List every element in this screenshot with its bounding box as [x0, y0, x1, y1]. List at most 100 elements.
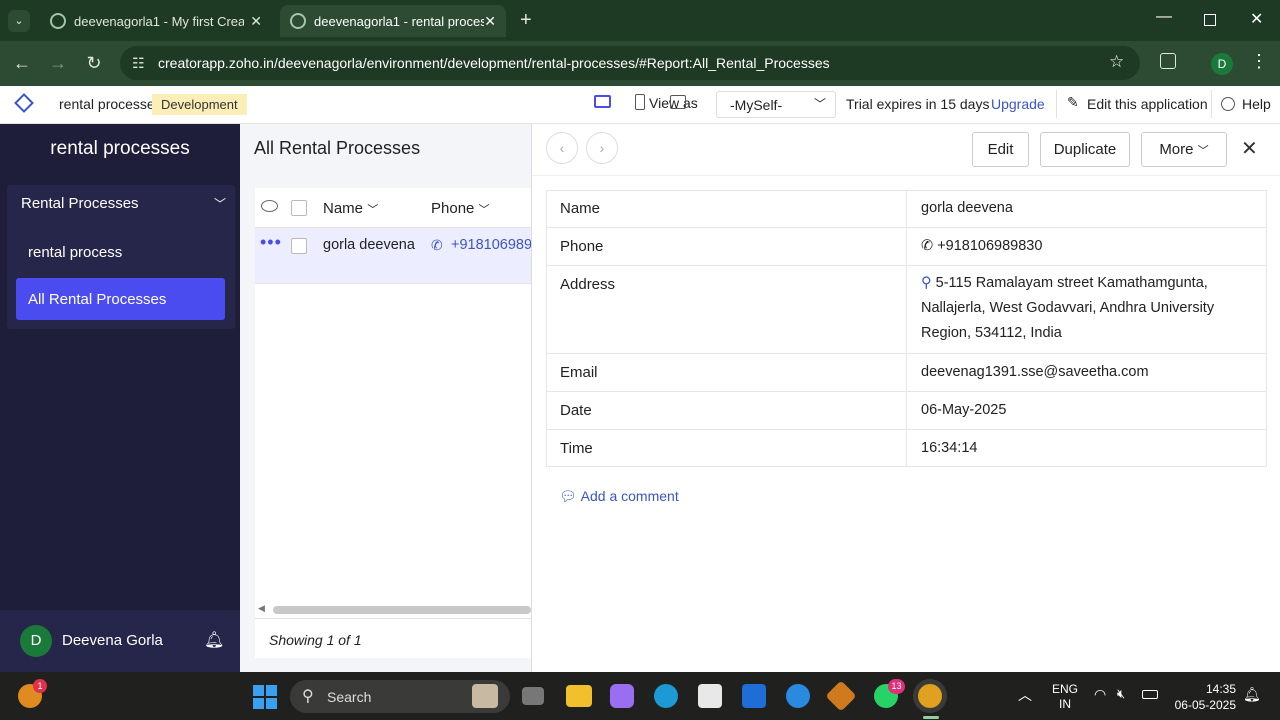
- field-label: Email: [560, 364, 598, 381]
- horizontal-scrollbar[interactable]: [273, 606, 531, 614]
- new-tab-icon[interactable]: +: [520, 9, 532, 32]
- site-info-icon[interactable]: ☷: [132, 55, 145, 72]
- previous-record-icon[interactable]: ‹: [546, 132, 578, 164]
- address-bar[interactable]: ☷ creatorapp.zoho.in/deevenagorla/enviro…: [120, 46, 1140, 80]
- scroll-left-icon[interactable]: ◀: [258, 603, 265, 614]
- clock[interactable]: 14:35 06-05-2025: [1166, 681, 1236, 713]
- view-as-value: -MySelf-: [730, 97, 783, 113]
- start-icon[interactable]: [253, 685, 277, 709]
- task-view-icon[interactable]: [522, 687, 544, 705]
- user-avatar[interactable]: D: [20, 625, 52, 657]
- zoho-favicon-icon: [50, 13, 66, 29]
- search-highlight-icon: [472, 684, 498, 708]
- forward-icon[interactable]: →: [46, 51, 70, 75]
- select-all-checkbox[interactable]: [291, 200, 307, 216]
- sidebar-item-rental-process[interactable]: rental process: [28, 244, 122, 261]
- browser-tab-1[interactable]: deevenagorla1 - My first Creat ✕: [40, 5, 272, 37]
- column-header-name[interactable]: Name ﹀: [323, 200, 378, 217]
- wifi-icon[interactable]: ◠: [1094, 686, 1106, 703]
- battery-icon[interactable]: [1142, 690, 1158, 699]
- active-app-indicator: [923, 716, 939, 719]
- report-panel: All Rental Processes Name ﹀ Phone ﹀ ••• …: [240, 124, 532, 672]
- edit-application-link[interactable]: Edit this application: [1087, 96, 1208, 112]
- more-button[interactable]: More ﹀: [1141, 132, 1227, 167]
- reload-icon[interactable]: ↻: [82, 51, 106, 75]
- record-count: Showing 1 of 1: [269, 632, 362, 648]
- desktop-view-icon[interactable]: [594, 95, 611, 108]
- close-tab-icon[interactable]: ✕: [484, 13, 496, 30]
- add-comment-link[interactable]: 💬︎ Add a comment: [559, 488, 679, 505]
- location-pin-icon: ⚲: [921, 275, 932, 291]
- field-label: Phone: [560, 238, 604, 255]
- edit-button[interactable]: Edit: [972, 132, 1029, 167]
- table-footer: Showing 1 of 1: [255, 618, 531, 658]
- notification-bell-icon[interactable]: 🔔︎: [1243, 686, 1261, 703]
- browser-toolbar: ← → ↻ ☷ creatorapp.zoho.in/deevenagorla/…: [0, 41, 1280, 86]
- field-row-phone: Phone ✆ +918106989830: [546, 228, 1267, 266]
- myhp-icon[interactable]: [742, 684, 766, 708]
- tab-title: deevenagorla1 - rental process: [314, 13, 484, 29]
- email-link[interactable]: deevenag1391.sse@saveetha.com: [921, 360, 1149, 385]
- phone-value[interactable]: ✆ +918106989830: [921, 234, 1042, 259]
- app-icon[interactable]: [825, 680, 857, 712]
- microsoft-store-icon[interactable]: [698, 684, 722, 708]
- show-hidden-icons[interactable]: ︿: [1018, 685, 1032, 705]
- row-actions-icon[interactable]: •••: [260, 232, 282, 253]
- minimize-icon[interactable]: —: [1156, 8, 1172, 26]
- mobile-view-icon[interactable]: [635, 94, 645, 110]
- browser-tab-bar: ⌄ deevenagorla1 - My first Creat ✕ deeve…: [0, 0, 1280, 41]
- get-help-icon[interactable]: [786, 684, 810, 708]
- edge-icon[interactable]: [654, 684, 678, 708]
- eye-icon[interactable]: [261, 200, 278, 212]
- field-row-email: Email deevenag1391.sse@saveetha.com: [546, 354, 1267, 392]
- field-row-name: Name gorla deevena: [546, 190, 1267, 228]
- report-table: Name ﹀ Phone ﹀ ••• gorla deevena ✆ +9181…: [255, 188, 532, 658]
- chrome-icon[interactable]: [918, 684, 942, 708]
- pencil-icon: ✎: [1067, 94, 1079, 110]
- cell-name: gorla deevena: [323, 237, 415, 253]
- column-header-phone[interactable]: Phone ﹀: [431, 200, 490, 217]
- zoho-creator-logo-icon[interactable]: [14, 93, 34, 113]
- close-window-icon[interactable]: ✕: [1250, 9, 1263, 29]
- sidebar-section-rental-processes[interactable]: Rental Processes ﹀: [21, 195, 226, 212]
- maximize-icon[interactable]: [1204, 14, 1216, 26]
- field-label: Time: [560, 440, 593, 457]
- language-indicator[interactable]: ENG IN: [1052, 682, 1078, 712]
- tab-list-chevron-icon[interactable]: ⌄: [8, 10, 30, 32]
- cell-phone[interactable]: +918106989: [451, 237, 532, 253]
- row-checkbox[interactable]: [291, 238, 307, 254]
- close-detail-icon[interactable]: ✕: [1241, 136, 1258, 161]
- browser-menu-icon[interactable]: ⋮: [1250, 51, 1268, 72]
- close-tab-icon[interactable]: ✕: [250, 13, 262, 30]
- view-as-select[interactable]: -MySelf- ﹀: [716, 91, 836, 118]
- extensions-icon[interactable]: [1160, 53, 1176, 69]
- profile-avatar[interactable]: D: [1211, 53, 1233, 75]
- app-header: rental processes Development View as -My…: [0, 86, 1280, 124]
- bookmark-star-icon[interactable]: ☆: [1109, 52, 1124, 72]
- sidebar-item-all-rental-processes[interactable]: All Rental Processes: [16, 278, 225, 320]
- copilot-icon[interactable]: [610, 684, 634, 708]
- browser-tab-2[interactable]: deevenagorla1 - rental process ✕: [280, 5, 506, 37]
- environment-badge: Development: [152, 94, 247, 115]
- file-explorer-icon[interactable]: [566, 685, 592, 707]
- help-icon: [1221, 97, 1235, 111]
- sidebar-title: rental processes: [50, 138, 190, 159]
- table-header: Name ﹀ Phone ﹀: [255, 188, 531, 228]
- app-name: rental processes: [59, 96, 162, 112]
- mute-icon[interactable]: 🔇︎: [1117, 686, 1125, 702]
- trial-text: Trial expires in 15 days: [846, 96, 990, 112]
- section-label: Rental Processes: [21, 195, 139, 212]
- next-record-icon[interactable]: ›: [586, 132, 618, 164]
- taskbar-search[interactable]: ⚲ Search: [290, 680, 510, 713]
- field-row-time: Time 16:34:14: [546, 430, 1267, 467]
- report-title: All Rental Processes: [254, 138, 421, 158]
- tablet-view-icon[interactable]: [670, 95, 686, 109]
- field-label: Name: [560, 200, 601, 217]
- duplicate-button[interactable]: Duplicate: [1040, 132, 1130, 167]
- bell-icon[interactable]: 🔔︎: [204, 630, 224, 650]
- upgrade-link[interactable]: Upgrade: [991, 96, 1045, 112]
- back-icon[interactable]: ←: [10, 51, 34, 75]
- chevron-down-icon: ﹀: [213, 197, 226, 211]
- help-link[interactable]: Help: [1242, 96, 1271, 112]
- table-row[interactable]: ••• gorla deevena ✆ +918106989: [255, 228, 532, 284]
